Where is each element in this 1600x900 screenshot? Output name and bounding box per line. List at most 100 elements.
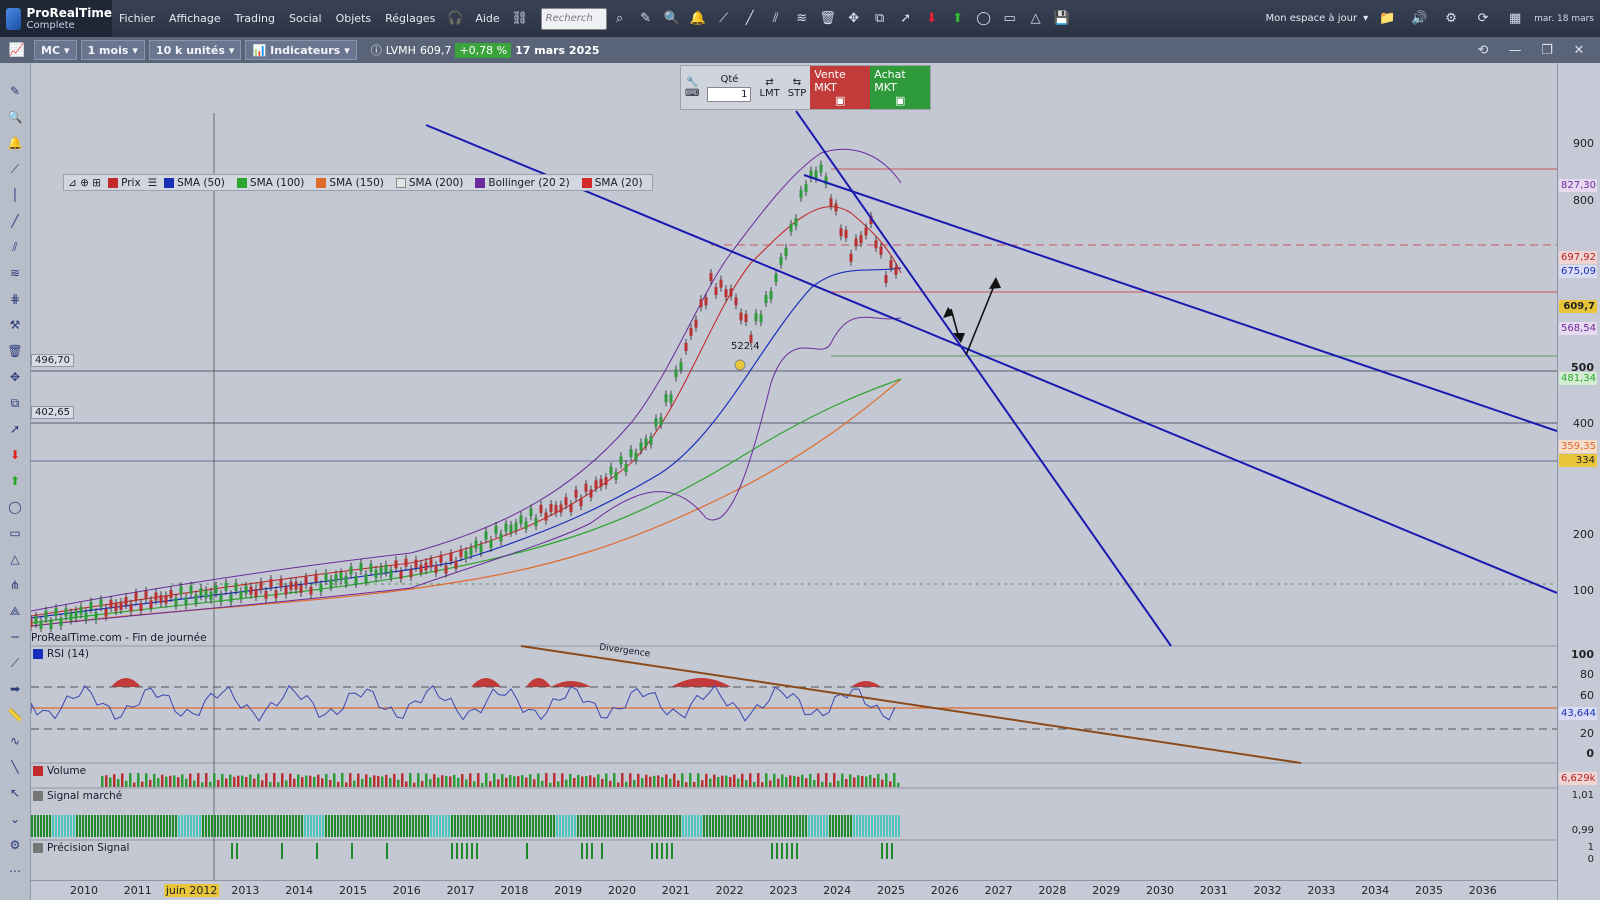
sma-150-line[interactable] <box>31 378 902 627</box>
legend-item-sma20[interactable]: SMA (20) <box>577 177 648 189</box>
trash-icon[interactable]: 🗑 <box>6 343 24 359</box>
calculator-icon[interactable]: ▦ <box>1506 10 1524 28</box>
trendline-steep[interactable] <box>795 110 1172 647</box>
workspace-selector[interactable]: Mon espace à jour ▾ 📁 🔊 ⚙ ⟳ ▦ mar. 18 ma… <box>1266 10 1600 28</box>
search-input[interactable]: Recherch <box>540 7 607 30</box>
ellipse-icon[interactable]: ◯ <box>6 499 24 515</box>
pitchfork-icon[interactable]: ⋔ <box>6 577 24 593</box>
arrow-icon[interactable]: ➚ <box>6 421 24 437</box>
legend-item-price[interactable]: Prix <box>103 177 146 189</box>
zoom-icon[interactable]: 🔍 <box>6 109 24 125</box>
sell-market-button[interactable]: Vente MKT ▣ <box>810 66 871 109</box>
buy-market-button[interactable]: Achat MKT ▣ <box>870 66 931 109</box>
ellipse-icon[interactable]: ◯ <box>975 10 993 28</box>
fibonacci-icon[interactable]: ≋ <box>6 265 24 281</box>
alert-bell-icon[interactable]: 🔔 <box>6 135 24 151</box>
gann-icon[interactable]: ⟁ <box>6 603 24 619</box>
buy-arrow-icon[interactable]: ⬆ <box>949 10 967 28</box>
volume-label[interactable]: Volume <box>33 765 87 777</box>
pencil-icon[interactable]: ✎ <box>6 83 24 99</box>
hline-label-a[interactable]: 496,70 <box>31 354 74 367</box>
alert-bell-icon[interactable]: 🔔 <box>689 10 707 28</box>
sma-100-line[interactable] <box>31 378 902 624</box>
line-draw-icon[interactable]: ╲ <box>6 759 24 775</box>
trendline-icon[interactable]: ╱ <box>6 213 24 229</box>
line-tool-icon[interactable]: ⟋ <box>6 161 24 177</box>
sound-icon[interactable]: 🔊 <box>1410 10 1428 28</box>
sync-icon[interactable]: ⟲ <box>1474 41 1492 59</box>
legend-item-sma200[interactable]: SMA (200) <box>391 177 468 189</box>
units-select[interactable]: 10 k unités ▾ <box>148 40 242 60</box>
chart-legend[interactable]: ⊿ ⊕ ⊞ Prix ☰ SMA (50) SMA (100) SMA (150… <box>63 174 653 191</box>
menu-social[interactable]: Social <box>282 12 329 25</box>
headset-icon[interactable]: 🎧 <box>446 10 464 28</box>
period-select[interactable]: 1 mois ▾ <box>80 40 145 60</box>
precision-label[interactable]: Précision Signal <box>33 842 130 854</box>
ticker-select[interactable]: MC ▾ <box>34 40 77 60</box>
wrench-icon[interactable]: 🔧 <box>686 77 698 88</box>
sell-arrow-icon[interactable]: ⬇ <box>6 447 24 463</box>
move-icon[interactable]: ✥ <box>845 10 863 28</box>
maximize-icon[interactable]: ❐ <box>1538 41 1556 59</box>
search-icon[interactable]: ⌕ <box>611 10 629 28</box>
rectangle-icon[interactable]: ▭ <box>6 525 24 541</box>
copy-icon[interactable]: ⧉ <box>871 10 889 28</box>
chevron-down-icon[interactable]: ⌄ <box>6 811 24 827</box>
list-icon[interactable]: ☰ <box>148 177 157 189</box>
legend-item-sma100[interactable]: SMA (100) <box>232 177 309 189</box>
legend-item-sma50[interactable]: SMA (50) <box>159 177 230 189</box>
horizontal-line-icon[interactable]: ─ <box>6 629 24 645</box>
copy-icon[interactable]: ⧉ <box>6 395 24 411</box>
time-axis[interactable]: 2010 2011 juin 2012 2013 2014 2015 2016 2017 201… <box>31 880 1557 900</box>
line-tool-icon[interactable]: ⟋ <box>715 10 733 28</box>
settings-icon[interactable]: ⚙ <box>6 837 24 853</box>
zoom-icon[interactable]: 🔍 <box>663 10 681 28</box>
bollinger-upper[interactable] <box>31 148 902 612</box>
menu-affichage[interactable]: Affichage <box>162 12 228 25</box>
refresh-icon[interactable]: ⟳ <box>1474 10 1492 28</box>
order-settings[interactable]: 🔧 ⌨ <box>681 66 703 109</box>
link-icon[interactable]: ⛓ <box>511 10 529 28</box>
rsi-divergence-line[interactable] <box>520 645 1302 764</box>
limit-order-button[interactable]: ⇄ LMT <box>755 66 783 109</box>
menu-trading[interactable]: Trading <box>228 12 282 25</box>
ray-icon[interactable]: ⟋ <box>6 655 24 671</box>
indicators-button[interactable]: 📊 Indicateurs ▾ <box>245 40 357 60</box>
cycle-icon[interactable]: ∿ <box>6 733 24 749</box>
trendline-lower[interactable] <box>425 124 1557 594</box>
menu-aide[interactable]: Aide <box>468 12 506 25</box>
menu-reglages[interactable]: Réglages <box>378 12 442 25</box>
menu-objets[interactable]: Objets <box>329 12 379 25</box>
channel-icon[interactable]: ⫽ <box>767 10 785 28</box>
channel-icon[interactable]: ⫽ <box>6 239 24 255</box>
rsi-line[interactable] <box>31 684 896 722</box>
stop-order-button[interactable]: ⇆ STP <box>784 66 811 109</box>
price-axis[interactable]: 900 800 500 400 200 100 827,30 697,92 67… <box>1557 63 1600 900</box>
right-arrow-icon[interactable]: ➡ <box>6 681 24 697</box>
sell-arrow-icon[interactable]: ⬇ <box>923 10 941 28</box>
hline-label-b[interactable]: 402,65 <box>31 406 74 419</box>
chart-type-icon[interactable]: 📈 <box>8 41 26 59</box>
triangle-icon[interactable]: △ <box>6 551 24 567</box>
buy-arrow-icon[interactable]: ⬆ <box>6 473 24 489</box>
signal-label[interactable]: Signal marché <box>33 790 123 802</box>
chart-area[interactable]: ⊿ ⊕ ⊞ Prix ☰ SMA (50) SMA (100) SMA (150… <box>31 63 1569 900</box>
pencil-icon[interactable]: ✎ <box>637 10 655 28</box>
tools-icon[interactable]: ⚒ <box>6 317 24 333</box>
rsi-label[interactable]: RSI (14) <box>33 648 89 660</box>
triangle-icon[interactable]: △ <box>1027 10 1045 28</box>
keyboard-icon[interactable]: ⌨ <box>685 88 699 99</box>
rectangle-icon[interactable]: ▭ <box>1001 10 1019 28</box>
fibonacci-icon[interactable]: ≋ <box>793 10 811 28</box>
legend-item-sma150[interactable]: SMA (150) <box>311 177 388 189</box>
cursor-icon[interactable]: ↖ <box>6 785 24 801</box>
screener-icon[interactable]: ⚙ <box>1442 10 1460 28</box>
info-icon[interactable]: ⓘ <box>371 42 382 58</box>
vertical-line-icon[interactable]: │ <box>6 187 24 203</box>
legend-item-bollinger[interactable]: Bollinger (20 2) <box>470 177 574 189</box>
grid-icon[interactable]: ⋕ <box>6 291 24 307</box>
trendline-upper[interactable] <box>803 174 1557 432</box>
qty-input[interactable]: 1 <box>707 86 752 102</box>
menu-fichier[interactable]: Fichier <box>112 12 162 25</box>
arrow-icon[interactable]: ➚ <box>897 10 915 28</box>
